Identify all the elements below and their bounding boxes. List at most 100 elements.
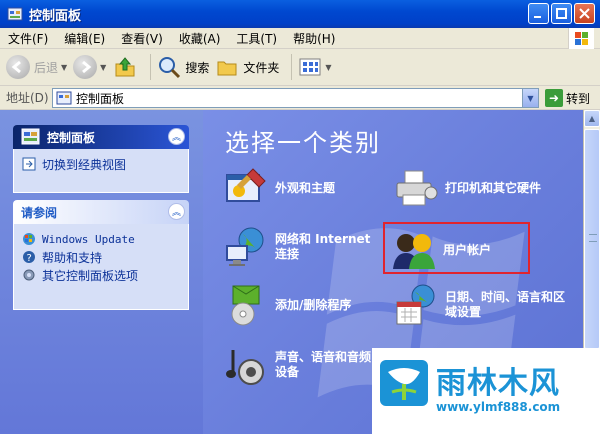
category-label: 声音、语音和音频设备 — [275, 350, 372, 379]
minimize-button[interactable] — [528, 3, 549, 24]
go-label: 转到 — [566, 91, 591, 106]
folders-label: 文件夹 — [243, 60, 280, 75]
views-button[interactable]: ▼ — [298, 56, 332, 78]
minimize-icon — [534, 16, 541, 18]
category-sounds[interactable]: 声音、语音和音频设备 — [223, 342, 375, 388]
chevron-up-icon: ︽ — [171, 133, 181, 143]
other-options-link[interactable]: 其它控制面板选项 — [22, 266, 180, 284]
window-title: 控制面板 — [29, 8, 82, 24]
forward-dropdown-icon[interactable]: ▼ — [100, 63, 106, 72]
classic-view-icon — [22, 157, 36, 171]
brand-logo-icon — [380, 360, 428, 406]
address-label: 地址(D) — [6, 91, 49, 105]
scroll-thumb[interactable] — [584, 129, 600, 349]
task-pane: 控制面板 ︽ 切换到经典视图 请参阅 ︽ Windows Update ? 帮助… — [0, 110, 203, 434]
gear-icon — [23, 269, 35, 281]
brand-url: www.ylmf888.com — [436, 400, 561, 414]
section-body: Windows Update ? 帮助和支持 其它控制面板选项 — [13, 224, 189, 310]
search-label: 搜索 — [185, 60, 210, 75]
forward-button[interactable]: ▼ — [73, 55, 106, 79]
sound-icon — [226, 350, 264, 385]
toolbar-separator — [291, 54, 293, 80]
section-title: 请参阅 — [21, 205, 58, 220]
go-button[interactable]: ➜ 转到 — [545, 89, 590, 107]
control-panel-section-header[interactable]: 控制面板 ︽ — [13, 125, 189, 149]
see-also-section: 请参阅 ︽ Windows Update ? 帮助和支持 其它控制面板选项 — [13, 200, 189, 310]
forward-arrow-icon — [82, 60, 92, 74]
link-label: 帮助和支持 — [42, 250, 103, 265]
folders-icon — [217, 61, 237, 76]
back-dropdown-icon[interactable]: ▼ — [61, 63, 67, 72]
address-dropdown-button[interactable]: ▼ — [522, 89, 538, 107]
network-globe-icon — [226, 227, 264, 266]
folders-button[interactable]: 文件夹 — [215, 55, 279, 79]
maximize-icon — [556, 8, 567, 19]
chevron-up-icon: ︽ — [171, 208, 181, 218]
link-label: Windows Update — [42, 232, 135, 246]
category-network-internet[interactable]: 网络和 Internet 连接 — [223, 224, 385, 270]
views-dropdown-icon[interactable]: ▼ — [325, 63, 331, 72]
link-label: 其它控制面板选项 — [42, 268, 139, 283]
page-heading: 选择一个类别 — [225, 129, 381, 157]
scroll-grip — [589, 234, 597, 242]
up-folder-button[interactable] — [112, 54, 138, 80]
category-printers-hardware[interactable]: 打印机和其它硬件 — [393, 165, 541, 211]
control-panel-small-icon — [56, 91, 72, 105]
category-date-time-region[interactable]: 日期、时间、语言和区域设置 — [393, 282, 565, 328]
up-folder-icon — [115, 57, 135, 77]
address-bar: 地址(D) 控制面板 ▼ ➜ 转到 — [0, 86, 600, 110]
search-icon — [159, 57, 181, 79]
collapse-button[interactable]: ︽ — [168, 203, 185, 220]
date-time-region-icon — [396, 284, 435, 325]
switch-to-classic-view-link[interactable]: 切换到经典视图 — [22, 155, 180, 173]
highlight-frame — [383, 222, 530, 274]
views-grid-icon — [299, 58, 321, 76]
appearance-icon — [226, 168, 266, 202]
category-label: 外观和主题 — [275, 180, 336, 195]
back-label: 后退 — [34, 60, 59, 75]
chevron-down-icon: ▼ — [527, 93, 534, 103]
add-remove-programs-icon — [231, 285, 260, 326]
back-button[interactable]: 后退 ▼ — [6, 55, 67, 79]
category-label: 打印机和其它硬件 — [445, 180, 542, 195]
windows-update-icon — [23, 233, 35, 245]
svg-text:?: ? — [27, 253, 32, 264]
windows-update-link[interactable]: Windows Update — [22, 230, 180, 248]
link-label: 切换到经典视图 — [42, 157, 127, 172]
close-icon — [579, 8, 590, 19]
category-appearance[interactable]: 外观和主题 — [223, 165, 335, 211]
see-also-header[interactable]: 请参阅 ︽ — [13, 200, 189, 224]
back-arrow-icon — [11, 60, 21, 74]
menu-view[interactable]: 查看(V) — [113, 30, 171, 47]
menu-help[interactable]: 帮助(H) — [285, 30, 343, 47]
go-arrow-icon: ➜ — [545, 89, 563, 107]
help-and-support-link[interactable]: ? 帮助和支持 — [22, 248, 180, 266]
category-label: 日期、时间、语言和区域设置 — [445, 290, 566, 319]
address-value: 控制面板 — [76, 91, 125, 106]
menu-file[interactable]: 文件(F) — [0, 30, 56, 47]
close-button[interactable] — [574, 3, 595, 24]
address-input[interactable]: 控制面板 ▼ — [52, 88, 539, 108]
brand-name: 雨林木风 — [436, 366, 560, 401]
menu-tools[interactable]: 工具(T) — [228, 30, 285, 47]
maximize-button[interactable] — [551, 3, 572, 24]
windows-flag-icon — [575, 32, 588, 45]
toolbar-separator — [150, 54, 152, 80]
collapse-button[interactable]: ︽ — [168, 128, 185, 145]
toolbar: 后退 ▼ ▼ 搜索 文件夹 ▼ — [0, 49, 600, 86]
section-body: 切换到经典视图 — [13, 149, 189, 193]
search-button[interactable]: 搜索 — [157, 55, 209, 79]
windows-logo — [568, 28, 594, 49]
control-panel-icon — [7, 7, 23, 21]
title-bar: 控制面板 — [0, 0, 600, 28]
help-icon: ? — [23, 251, 35, 264]
scroll-up-button[interactable]: ▲ — [584, 110, 600, 127]
category-add-remove-programs[interactable]: 添加/删除程序 — [223, 282, 351, 328]
category-label: 添加/删除程序 — [275, 297, 352, 312]
printer-icon — [396, 170, 438, 206]
menu-bar: 文件(F) 编辑(E) 查看(V) 收藏(A) 工具(T) 帮助(H) — [0, 28, 600, 49]
control-panel-section: 控制面板 ︽ 切换到经典视图 — [13, 125, 189, 193]
category-label: 网络和 Internet 连接 — [275, 232, 371, 261]
menu-favorites[interactable]: 收藏(A) — [171, 30, 229, 47]
menu-edit[interactable]: 编辑(E) — [56, 30, 113, 47]
